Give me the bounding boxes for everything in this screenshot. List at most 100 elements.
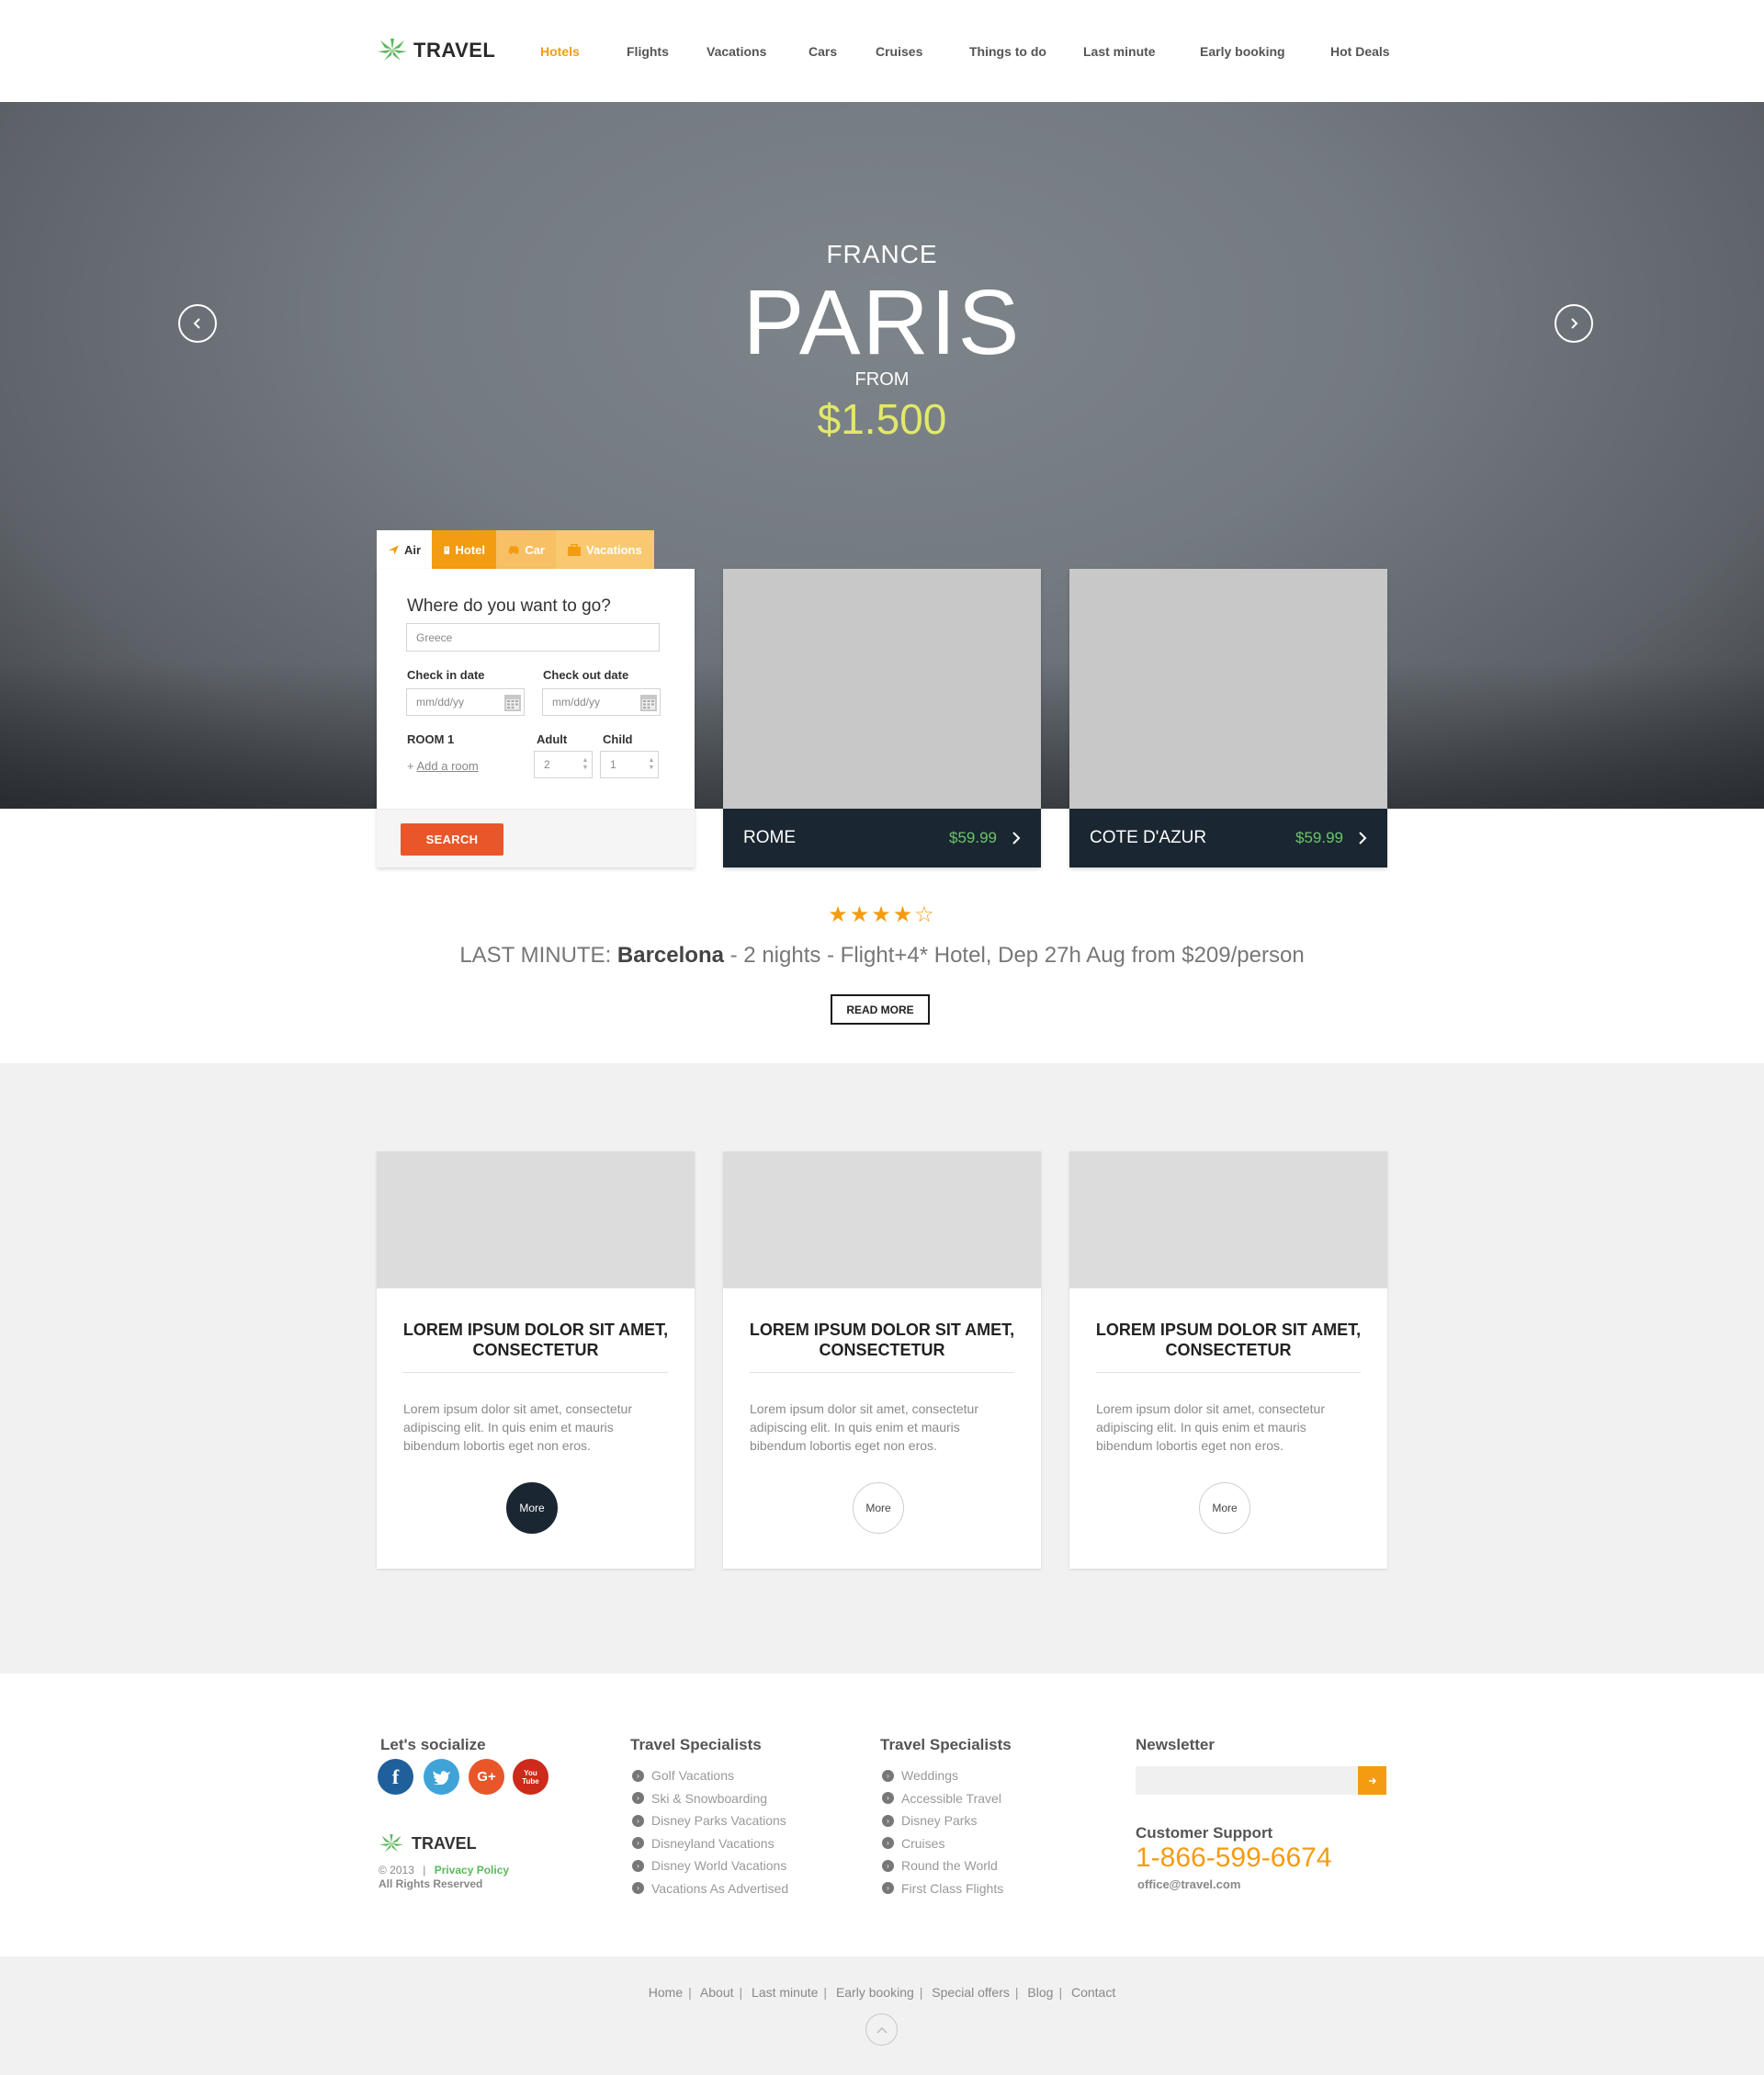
- bottom-link-early-booking[interactable]: Early booking: [836, 1985, 914, 2000]
- stepper-arrows-icon[interactable]: ▲ ▼: [581, 754, 590, 776]
- footer-link[interactable]: › Weddings: [882, 1764, 1003, 1787]
- specialists-heading-2: Travel Specialists: [880, 1736, 1012, 1753]
- footer-link[interactable]: › Golf Vacations: [632, 1764, 788, 1787]
- star-empty-icon: ☆: [914, 902, 936, 927]
- support-email[interactable]: office@travel.com: [1137, 1877, 1240, 1891]
- star-filled-icon: ★: [892, 902, 915, 927]
- destination-card[interactable]: ROME $59.99: [723, 569, 1041, 867]
- more-button[interactable]: More: [1199, 1482, 1250, 1534]
- destination-input[interactable]: Greece: [406, 623, 660, 652]
- feature-image: [1069, 1151, 1387, 1288]
- footer-link[interactable]: › Round the World: [882, 1854, 1003, 1877]
- chevron-bullet-icon: ›: [882, 1837, 894, 1850]
- bottom-link-home[interactable]: Home: [649, 1985, 683, 2000]
- palm-logo-icon: [379, 1834, 403, 1853]
- last-minute-details: - 2 nights - Flight+4* Hotel, Dep 27h Au…: [723, 943, 1305, 968]
- search-question: Where do you want to go?: [407, 596, 611, 616]
- chevron-up-icon: [876, 2026, 888, 2034]
- calendar-icon[interactable]: [503, 692, 522, 712]
- nav-item-hot-deals[interactable]: Hot Deals: [1330, 44, 1390, 59]
- footer-logo-text: TRAVEL: [412, 1834, 477, 1853]
- youtube-icon[interactable]: You Tube: [513, 1759, 548, 1795]
- stepper-arrows-icon[interactable]: ▲ ▼: [647, 754, 656, 776]
- checkout-label: Check out date: [543, 668, 629, 682]
- tab-air[interactable]: Air: [377, 530, 432, 569]
- footer-link[interactable]: › Disney Parks: [882, 1809, 1003, 1832]
- bottom-link-contact[interactable]: Contact: [1071, 1985, 1115, 2000]
- checkin-placeholder: mm/dd/yy: [416, 696, 465, 709]
- bottom-nav: Home | About | Last minute | Early booking |…: [648, 1985, 1116, 2000]
- checkout-date-input[interactable]: mm/dd/yy: [542, 688, 661, 716]
- google-plus-icon[interactable]: G+: [469, 1759, 504, 1795]
- destination-name: COTE D'AZUR: [1090, 828, 1207, 847]
- tab-hotel[interactable]: Hotel: [432, 530, 496, 569]
- support-phone[interactable]: 1-866-599-6674: [1136, 1843, 1332, 1874]
- footer-link[interactable]: › Disney Parks Vacations: [632, 1809, 788, 1832]
- social-heading: Let's socialize: [380, 1736, 486, 1753]
- tab-vacations[interactable]: Vacations: [556, 530, 654, 569]
- nav-item-cars[interactable]: Cars: [808, 44, 837, 59]
- nav-item-last-minute[interactable]: Last minute: [1083, 44, 1156, 59]
- bottom-link-last-minute[interactable]: Last minute: [752, 1985, 818, 2000]
- footer-link[interactable]: › Disneyland Vacations: [632, 1832, 788, 1855]
- star-filled-icon: ★: [871, 902, 893, 927]
- back-to-top-button[interactable]: [865, 2013, 898, 2046]
- tab-car-label: Car: [525, 542, 545, 557]
- footer-link[interactable]: › Ski & Snowboarding: [632, 1787, 788, 1810]
- tab-car[interactable]: Car: [496, 530, 556, 569]
- chevron-right-icon: [1571, 318, 1578, 329]
- destination-name: ROME: [743, 828, 796, 847]
- newsletter-email-input[interactable]: [1136, 1766, 1358, 1795]
- more-button[interactable]: More: [506, 1482, 558, 1534]
- footer-link[interactable]: › First Class Flights: [882, 1877, 1003, 1900]
- nav-item-cruises[interactable]: Cruises: [876, 44, 922, 59]
- privacy-policy-link[interactable]: Privacy Policy: [435, 1864, 509, 1877]
- add-room-plus: +: [407, 759, 414, 773]
- nav-item-vacations[interactable]: Vacations: [707, 44, 766, 59]
- child-stepper[interactable]: 1 ▲ ▼: [600, 751, 659, 778]
- twitter-icon[interactable]: [424, 1759, 459, 1795]
- footer-link[interactable]: › Cruises: [882, 1832, 1003, 1855]
- newsletter-submit-button[interactable]: [1358, 1766, 1386, 1795]
- bottom-link-about[interactable]: About: [700, 1985, 734, 2000]
- nav-item-early-booking[interactable]: Early booking: [1200, 44, 1285, 59]
- hero-country: FRANCE: [826, 240, 938, 268]
- child-value: 1: [610, 758, 616, 771]
- tab-hotel-label: Hotel: [455, 542, 486, 557]
- bottom-link-special-offers[interactable]: Special offers: [932, 1985, 1010, 2000]
- adult-stepper[interactable]: 2 ▲ ▼: [534, 751, 593, 778]
- feature-card: LOREM IPSUM DOLOR SIT AMET, CONSECTETUR …: [1069, 1151, 1387, 1569]
- read-more-button[interactable]: READ MORE: [831, 994, 930, 1025]
- footer-link[interactable]: › Vacations As Advertised: [632, 1877, 788, 1900]
- search-button[interactable]: SEARCH: [401, 823, 503, 856]
- adult-value: 2: [544, 758, 550, 771]
- nav-item-hotels[interactable]: Hotels: [540, 44, 580, 59]
- facebook-icon[interactable]: f: [378, 1759, 413, 1795]
- newsletter-heading: Newsletter: [1136, 1736, 1215, 1753]
- destination-bar[interactable]: ROME $59.99: [723, 809, 1041, 867]
- footer-link[interactable]: › Accessible Travel: [882, 1787, 1003, 1810]
- calendar-icon[interactable]: [639, 692, 658, 712]
- search-tabs: Air Hotel Car Vacations: [377, 530, 654, 569]
- destination-image: [1069, 569, 1387, 809]
- add-room-link[interactable]: + Add a room: [407, 759, 479, 773]
- feature-title: LOREM IPSUM DOLOR SIT AMET, CONSECTETUR: [749, 1321, 1015, 1359]
- checkin-date-input[interactable]: mm/dd/yy: [406, 688, 525, 716]
- slider-next-button[interactable]: [1555, 304, 1593, 343]
- footer-link[interactable]: › Disney World Vacations: [632, 1854, 788, 1877]
- hero-city: PARIS: [742, 271, 1022, 374]
- more-button[interactable]: More: [853, 1482, 904, 1534]
- destination-bar[interactable]: COTE D'AZUR $59.99: [1069, 809, 1387, 867]
- chevron-bullet-icon: ›: [632, 1882, 644, 1895]
- footer-logo[interactable]: TRAVEL: [379, 1834, 477, 1854]
- bottom-link-blog[interactable]: Blog: [1027, 1985, 1053, 2000]
- destination-card[interactable]: COTE D'AZUR $59.99: [1069, 569, 1387, 867]
- support-heading: Customer Support: [1136, 1824, 1273, 1842]
- slider-prev-button[interactable]: [178, 304, 217, 343]
- chevron-bullet-icon: ›: [632, 1814, 644, 1827]
- nav-item-things-to-do[interactable]: Things to do: [969, 44, 1046, 59]
- nav-item-flights[interactable]: Flights: [627, 44, 669, 59]
- chevron-right-icon: [1359, 832, 1367, 845]
- chevron-bullet-icon: ›: [632, 1792, 644, 1805]
- logo[interactable]: TRAVEL: [377, 39, 495, 62]
